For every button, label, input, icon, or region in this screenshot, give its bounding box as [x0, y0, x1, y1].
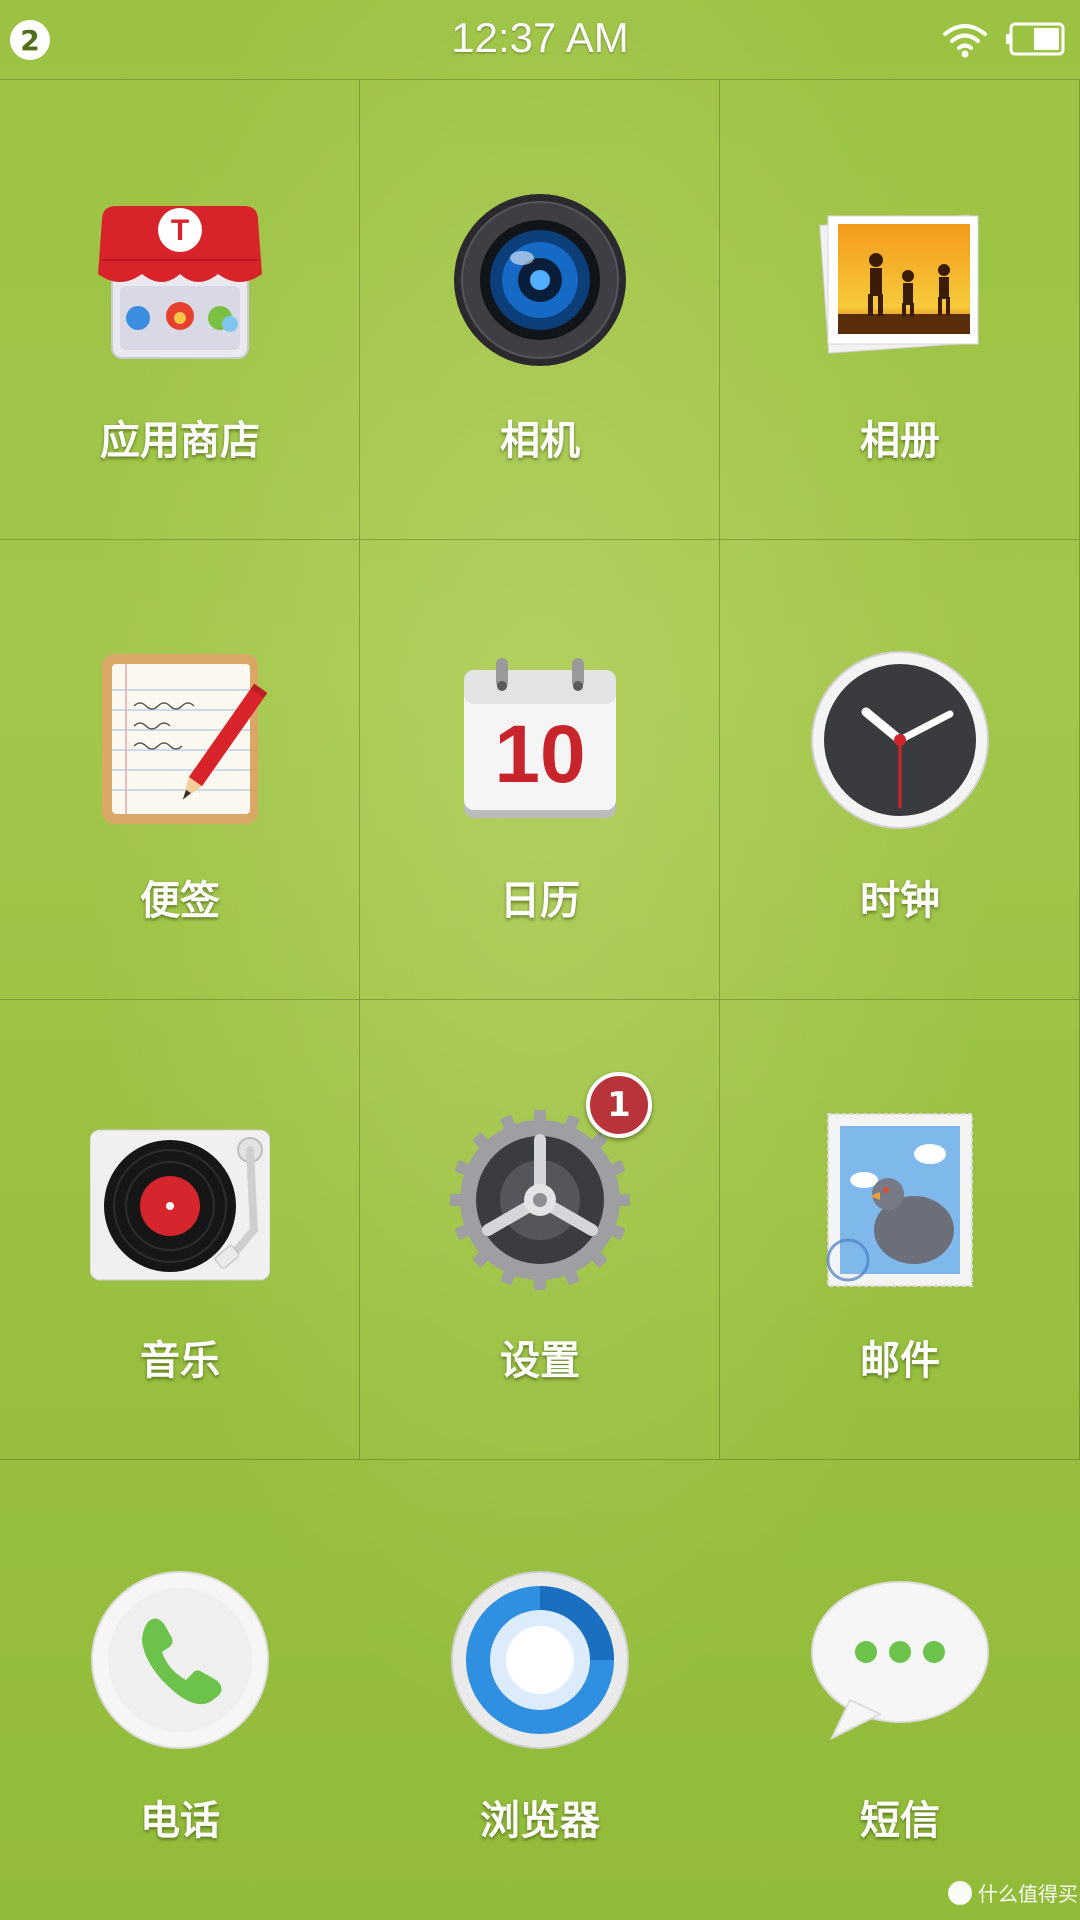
app-label: 电话 [140, 1798, 220, 1844]
app-label: 设置 [500, 1338, 580, 1384]
app-tile-music[interactable]: 音乐 [0, 1000, 360, 1460]
app-label: 短信 [860, 1798, 940, 1844]
app-grid: T 应用商店 相机 相册 便签 10 日历 时钟 音乐 设置 邮件 [0, 80, 1080, 1460]
app-tile-camera[interactable]: 相机 [360, 80, 720, 540]
app-tile-messages[interactable]: 短信 [720, 1460, 1080, 1920]
camera-icon [454, 194, 626, 366]
app-tile-browser[interactable]: 浏览器 [360, 1460, 720, 1920]
app-tile-settings[interactable]: 设置 [360, 1000, 720, 1460]
watermark-text: 什么值得买 [978, 1882, 1078, 1906]
wifi-icon [943, 24, 987, 58]
battery-icon [1006, 22, 1065, 56]
app-label: 音乐 [140, 1338, 220, 1384]
app-label: 应用商店 [100, 418, 260, 464]
app-label: 浏览器 [480, 1798, 600, 1844]
app-label: 日历 [500, 878, 580, 924]
mail-icon [826, 1113, 973, 1287]
app-tile-calendar[interactable]: 10 日历 [360, 540, 720, 1000]
app-label: 邮件 [860, 1338, 940, 1384]
dock: 电话 浏览器 短信 [0, 1460, 1080, 1920]
status-bar: 2 12:37 AM [0, 0, 1080, 80]
settings-notification-badge: 1 [586, 1072, 652, 1138]
settings-icon [450, 1110, 630, 1290]
watermark-logo-icon [948, 1880, 972, 1905]
svg-text:10: 10 [494, 709, 585, 800]
app-tile-notes[interactable]: 便签 [0, 540, 360, 1000]
app-label: 时钟 [860, 878, 940, 924]
browser-icon [451, 1571, 629, 1749]
app-tile-app-store[interactable]: T 应用商店 [0, 80, 360, 540]
music-icon [90, 1129, 270, 1281]
watermark: 什么值得买 [948, 1878, 1078, 1907]
calendar-icon: 10 [464, 658, 616, 818]
phone-icon [91, 1571, 269, 1749]
app-tile-gallery[interactable]: 相册 [720, 80, 1080, 540]
status-time: 12:37 AM [451, 14, 629, 61]
app-label: 便签 [140, 878, 220, 924]
app-store-icon: T [98, 206, 262, 359]
messages-icon [811, 1581, 989, 1741]
clock-icon [811, 651, 989, 829]
svg-text:T: T [171, 214, 189, 247]
app-tile-phone[interactable]: 电话 [0, 1460, 360, 1920]
app-label: 相册 [860, 418, 940, 464]
app-label: 相机 [500, 418, 580, 464]
app-tile-clock[interactable]: 时钟 [720, 540, 1080, 1000]
notes-icon [102, 654, 268, 824]
gallery-icon [819, 214, 979, 354]
app-tile-mail[interactable]: 邮件 [720, 1000, 1080, 1460]
